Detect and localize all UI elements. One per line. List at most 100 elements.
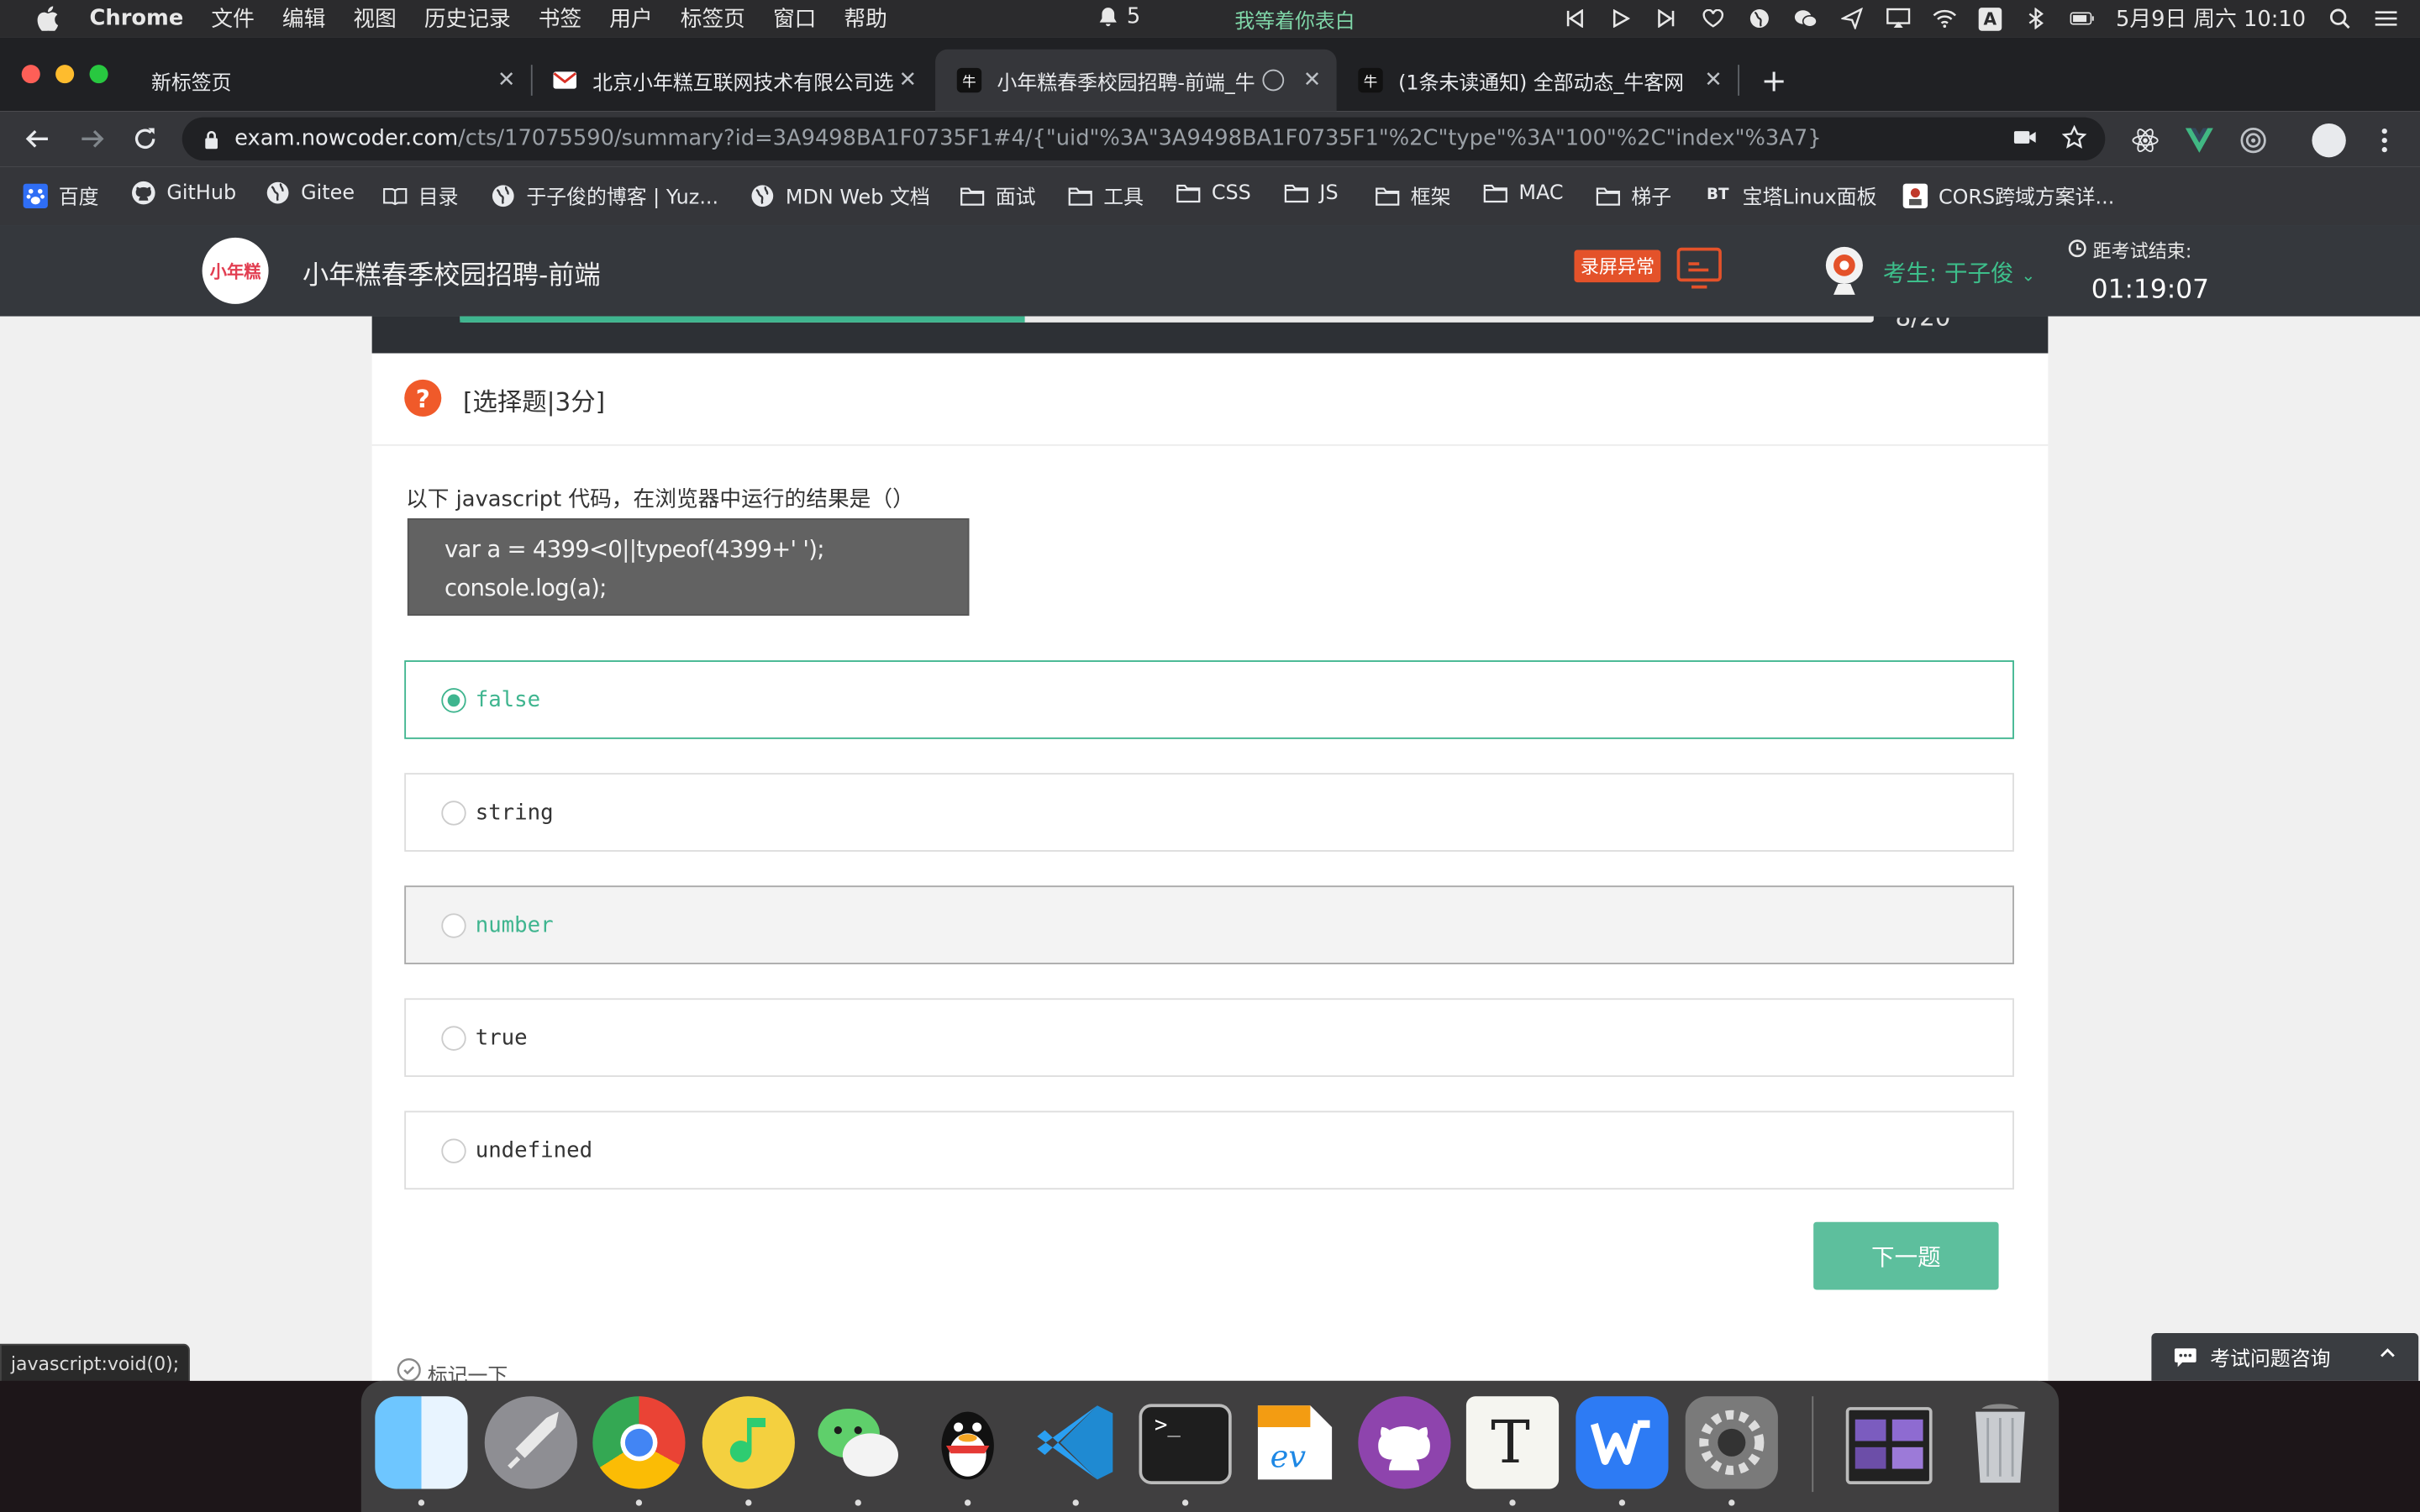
radio-button[interactable] xyxy=(441,1137,466,1163)
new-tab-plus-icon[interactable]: + xyxy=(1761,61,1787,98)
launchpad-icon[interactable] xyxy=(484,1396,577,1489)
notification-indicator[interactable]: 5 xyxy=(1096,5,1140,29)
react-devtools-icon[interactable] xyxy=(2132,127,2160,155)
tab-gmail[interactable]: 北京小年糕互联网技术有限公司选 ✕ xyxy=(534,50,933,111)
bookmark-bt-panel[interactable]: BT 宝塔Linux面板 xyxy=(1704,181,1877,210)
bookmark-cors[interactable]: CORS跨域方案详... xyxy=(1902,181,2114,210)
tab-close-icon[interactable]: ✕ xyxy=(898,68,917,92)
bookmark-baidu[interactable]: 百度 xyxy=(23,181,99,210)
music-icon[interactable] xyxy=(702,1396,795,1489)
forward-arrow-icon[interactable] xyxy=(77,123,108,155)
chrome-menu-icon[interactable] xyxy=(2370,127,2398,155)
menu-bookmarks[interactable]: 书签 xyxy=(539,3,581,34)
eudic-icon[interactable]: ev xyxy=(1249,1396,1341,1488)
menu-edit[interactable]: 编辑 xyxy=(282,3,325,34)
apple-menu-icon[interactable] xyxy=(31,3,65,34)
typora-icon[interactable]: T xyxy=(1465,1396,1560,1489)
airplay-icon[interactable] xyxy=(1886,6,1911,30)
option-string[interactable]: string xyxy=(404,773,2014,852)
option-false[interactable]: false xyxy=(404,660,2014,739)
bookmark-folder-tools[interactable]: 工具 xyxy=(1068,181,1144,210)
radio-button-checked[interactable] xyxy=(441,687,466,712)
system-preferences-icon[interactable] xyxy=(1685,1396,1778,1489)
github-desktop-icon[interactable] xyxy=(1358,1396,1451,1489)
vscode-icon[interactable] xyxy=(1029,1396,1122,1488)
terminal-icon[interactable]: >_ xyxy=(1139,1404,1232,1484)
wechat-icon[interactable] xyxy=(812,1396,904,1488)
screen-monitor-icon[interactable] xyxy=(1676,247,1723,290)
profile-avatar[interactable] xyxy=(2312,123,2346,158)
battery-icon[interactable] xyxy=(2070,6,2094,30)
examinee-name: 考生: 于子俊 xyxy=(1882,259,2014,287)
tab-close-icon[interactable]: ✕ xyxy=(497,68,516,92)
examinee-dropdown[interactable]: 考生: 于子俊 ⌄ xyxy=(1883,256,2036,289)
radio-button[interactable] xyxy=(441,912,466,937)
trash-icon[interactable] xyxy=(1954,1396,2046,1488)
camera-in-use-icon[interactable] xyxy=(2012,128,2037,152)
wechat-status-icon[interactable] xyxy=(1793,6,1818,30)
menu-help[interactable]: 帮助 xyxy=(844,3,886,34)
tab-exam-active[interactable]: 牛 小年糕春季校园招聘-前端_牛 ✕ xyxy=(935,49,1337,112)
bookmark-github[interactable]: GitHub xyxy=(131,181,236,205)
bookmark-folder-mac[interactable]: MAC xyxy=(1483,181,1564,205)
play-icon[interactable] xyxy=(1608,6,1633,30)
folder-icon xyxy=(1284,181,1308,205)
bookmark-blog[interactable]: 于子俊的博客 | Yuz... xyxy=(491,181,718,210)
address-bar[interactable]: exam.nowcoder.com/cts/17075590/summary?i… xyxy=(182,117,2106,161)
menu-tabs[interactable]: 标签页 xyxy=(681,3,745,34)
option-true[interactable]: true xyxy=(404,998,2014,1078)
radio-button[interactable] xyxy=(441,800,466,825)
bookmark-folder-js[interactable]: JS xyxy=(1284,181,1339,205)
screen-thumbnail[interactable] xyxy=(1845,1407,1933,1484)
bookmark-star-icon[interactable] xyxy=(2061,124,2087,156)
menu-view[interactable]: 视图 xyxy=(353,3,396,34)
option-undefined[interactable]: undefined xyxy=(404,1110,2014,1190)
bookmark-folder-interview[interactable]: 面试 xyxy=(960,181,1035,210)
globe-icon[interactable] xyxy=(1747,6,1771,30)
wifi-icon[interactable] xyxy=(1932,6,1956,30)
back-arrow-icon[interactable] xyxy=(22,123,53,155)
minimize-window-button[interactable] xyxy=(55,65,75,84)
menu-file[interactable]: 文件 xyxy=(211,3,254,34)
bookmark-gitee[interactable]: Gitee xyxy=(266,181,355,205)
wps-icon[interactable] xyxy=(1576,1396,1669,1489)
menu-app-name[interactable]: Chrome xyxy=(90,6,184,30)
qq-icon[interactable] xyxy=(922,1396,1014,1488)
reload-icon[interactable] xyxy=(129,123,160,155)
next-track-icon[interactable] xyxy=(1655,6,1679,30)
menu-profiles[interactable]: 用户 xyxy=(609,3,652,34)
chrome-icon[interactable] xyxy=(592,1396,686,1489)
menu-window[interactable]: 窗口 xyxy=(773,3,816,34)
close-window-button[interactable] xyxy=(21,65,40,84)
input-method-icon[interactable]: A xyxy=(1978,7,2002,30)
send-icon[interactable] xyxy=(1839,6,1864,30)
tab-close-icon[interactable]: ✕ xyxy=(1704,68,1723,92)
bookmark-folder-ladder[interactable]: 梯子 xyxy=(1596,181,1671,210)
exam-help-chat-button[interactable]: 考试问题咨询 xyxy=(2151,1332,2419,1381)
menu-history[interactable]: 历史记录 xyxy=(424,3,511,34)
code-line: var a = 4399<0||typeof(4399+' '); xyxy=(444,535,825,564)
previous-track-icon[interactable] xyxy=(1562,6,1586,30)
tab-close-icon[interactable]: ✕ xyxy=(1303,68,1322,92)
zoom-window-button[interactable] xyxy=(89,65,108,84)
next-question-button[interactable]: 下一题 xyxy=(1813,1221,1999,1290)
bookmark-folder-css[interactable]: CSS xyxy=(1176,181,1251,205)
clock-text[interactable]: 5月9日 周六 10:10 xyxy=(2116,3,2306,34)
radio-button[interactable] xyxy=(441,1025,466,1050)
bookmark-folder-frameworks[interactable]: 框架 xyxy=(1376,181,1451,210)
webcam-icon[interactable] xyxy=(1821,244,1867,296)
tab-nowcoder-feed[interactable]: 牛 (1条未读通知) 全部动态_牛客网 ✕ xyxy=(1339,50,1739,111)
heart-icon[interactable] xyxy=(1701,6,1725,30)
lock-icon[interactable] xyxy=(203,129,218,149)
option-number[interactable]: number xyxy=(404,885,2014,964)
control-center-list-icon[interactable] xyxy=(2374,6,2398,30)
bluetooth-icon[interactable] xyxy=(2023,6,2048,30)
tab-new-tab[interactable]: 新标签页 ✕ xyxy=(133,50,533,111)
bookmark-mdn[interactable]: MDN Web 文档 xyxy=(750,181,930,210)
bookmark-contents[interactable]: 目录 xyxy=(383,181,459,210)
finder-icon[interactable] xyxy=(375,1396,468,1489)
vue-devtools-icon[interactable] xyxy=(2185,127,2213,155)
extension-target-icon[interactable] xyxy=(2239,127,2267,155)
spotlight-search-icon[interactable] xyxy=(2328,6,2352,30)
now-playing-text[interactable]: 我等着你表白 xyxy=(1234,5,1355,34)
